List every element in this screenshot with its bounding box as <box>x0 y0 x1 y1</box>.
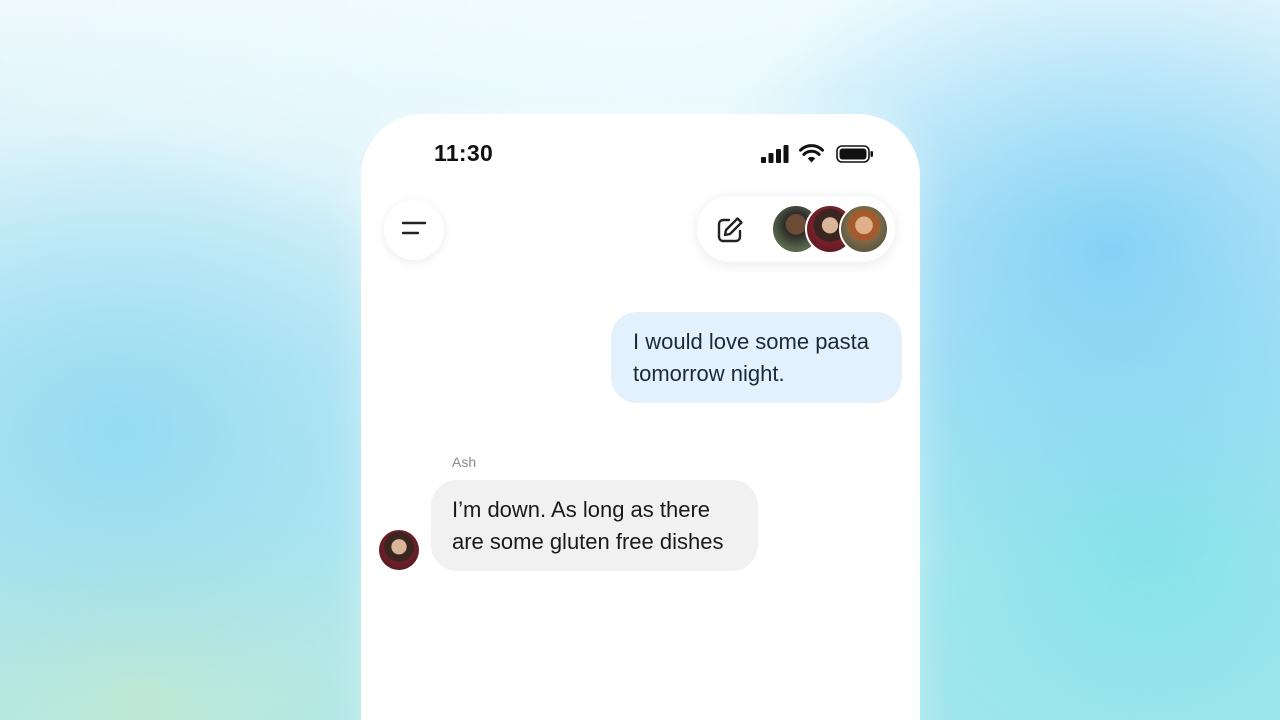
wifi-icon <box>799 144 824 168</box>
message-bubble-incoming[interactable]: I’m down. As long as there are some glut… <box>431 480 758 571</box>
chat-header-actions <box>697 196 895 262</box>
phone-screen: 11:30 I would love some pasta tomorrow n… <box>361 114 920 720</box>
avatar[interactable] <box>379 530 419 570</box>
signal-icon <box>761 144 789 168</box>
compose-icon[interactable] <box>715 215 745 250</box>
avatar[interactable] <box>839 204 889 254</box>
message-bubble-outgoing[interactable]: I would love some pasta tomorrow night. <box>611 312 902 403</box>
status-time: 11:30 <box>434 140 494 166</box>
sender-name: Ash <box>452 454 477 470</box>
status-icons <box>761 144 874 168</box>
battery-icon <box>836 144 874 168</box>
menu-icon <box>400 218 428 243</box>
menu-button[interactable] <box>384 200 444 260</box>
